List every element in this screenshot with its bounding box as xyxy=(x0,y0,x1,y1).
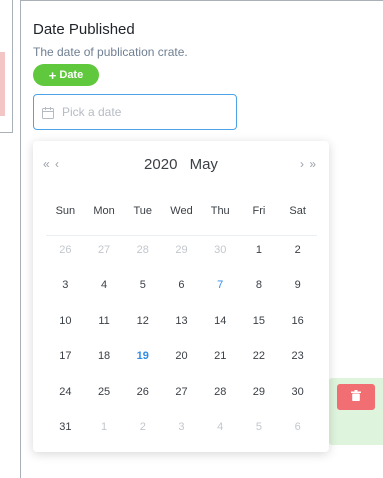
day-cell[interactable]: 17 xyxy=(46,339,85,375)
weekday-label: Sat xyxy=(289,205,306,217)
weekday-label: Mon xyxy=(93,205,115,217)
day-cell[interactable]: 6 xyxy=(162,268,201,304)
field-title: Date Published xyxy=(33,21,135,38)
add-date-button[interactable]: + Date xyxy=(33,64,99,86)
day-cell[interactable]: 9 xyxy=(278,268,317,304)
date-picker-header: « ‹ 2020 May › » xyxy=(33,141,329,189)
day-cell[interactable]: 1 xyxy=(240,232,279,268)
next-nav-button[interactable]: › » xyxy=(300,157,317,171)
day-cell[interactable]: 24 xyxy=(46,374,85,410)
date-input[interactable]: Pick a date xyxy=(33,94,237,130)
left-panel-red-strip xyxy=(0,52,5,116)
day-cell[interactable]: 31 xyxy=(46,410,85,446)
day-cell[interactable]: 22 xyxy=(240,339,279,375)
day-cell[interactable]: 1 xyxy=(85,410,124,446)
day-cell[interactable]: 8 xyxy=(240,268,279,304)
weekday-label: Tue xyxy=(133,205,153,217)
calendar-icon xyxy=(42,106,54,119)
day-cell[interactable]: 3 xyxy=(162,410,201,446)
day-cell[interactable]: 19 xyxy=(123,339,162,375)
day-cell[interactable]: 4 xyxy=(201,410,240,446)
field-description: The date of publication crate. xyxy=(33,45,188,59)
day-cell[interactable]: 5 xyxy=(240,410,279,446)
day-cell[interactable]: 25 xyxy=(85,374,124,410)
weekday-label: Thu xyxy=(210,205,230,217)
day-cell[interactable]: 5 xyxy=(123,268,162,304)
weekday-label: Fri xyxy=(252,205,266,217)
left-panel-frame xyxy=(0,0,13,133)
day-cell[interactable]: 4 xyxy=(85,268,124,304)
day-cell[interactable]: 28 xyxy=(123,232,162,268)
day-cell[interactable]: 13 xyxy=(162,303,201,339)
day-cell[interactable]: 21 xyxy=(201,339,240,375)
day-cell[interactable]: 15 xyxy=(240,303,279,339)
day-cell[interactable]: 2 xyxy=(278,232,317,268)
date-input-placeholder: Pick a date xyxy=(62,105,122,119)
year-select[interactable]: 2020 xyxy=(144,156,177,173)
day-cell[interactable]: 26 xyxy=(123,374,162,410)
plus-icon: + xyxy=(48,67,57,83)
weekday-label: Wed xyxy=(170,205,193,217)
year-month-label: 2020 May xyxy=(33,156,329,173)
day-cell[interactable]: 6 xyxy=(278,410,317,446)
day-cell[interactable]: 12 xyxy=(123,303,162,339)
day-cell[interactable]: 30 xyxy=(278,374,317,410)
month-select[interactable]: May xyxy=(190,156,218,173)
day-cell[interactable]: 26 xyxy=(46,232,85,268)
trash-icon xyxy=(351,388,361,406)
day-cell[interactable]: 2 xyxy=(123,410,162,446)
day-cell[interactable]: 23 xyxy=(278,339,317,375)
day-cell[interactable]: 28 xyxy=(201,374,240,410)
day-cell[interactable]: 3 xyxy=(46,268,85,304)
date-picker-dropdown: « ‹ 2020 May › » Sun Mon Tue Wed Thu Fri Sat 2… xyxy=(33,141,329,452)
day-cell[interactable]: 20 xyxy=(162,339,201,375)
delete-button[interactable] xyxy=(337,384,375,410)
day-cell[interactable]: 29 xyxy=(162,232,201,268)
day-grid: 26 27 28 29 30 1 2 3 4 5 6 7 8 9 10 11 12 13 14 15 16 17 18 19 2… xyxy=(46,232,317,445)
day-cell[interactable]: 30 xyxy=(201,232,240,268)
day-cell[interactable]: 16 xyxy=(278,303,317,339)
add-date-label: Date xyxy=(59,69,84,81)
day-cell[interactable]: 29 xyxy=(240,374,279,410)
day-cell[interactable]: 27 xyxy=(85,232,124,268)
day-cell[interactable]: 10 xyxy=(46,303,85,339)
day-cell[interactable]: 27 xyxy=(162,374,201,410)
day-cell[interactable]: 18 xyxy=(85,339,124,375)
day-cell[interactable]: 11 xyxy=(85,303,124,339)
weekday-label: Sun xyxy=(55,205,76,217)
day-cell[interactable]: 7 xyxy=(201,268,240,304)
day-cell[interactable]: 14 xyxy=(201,303,240,339)
